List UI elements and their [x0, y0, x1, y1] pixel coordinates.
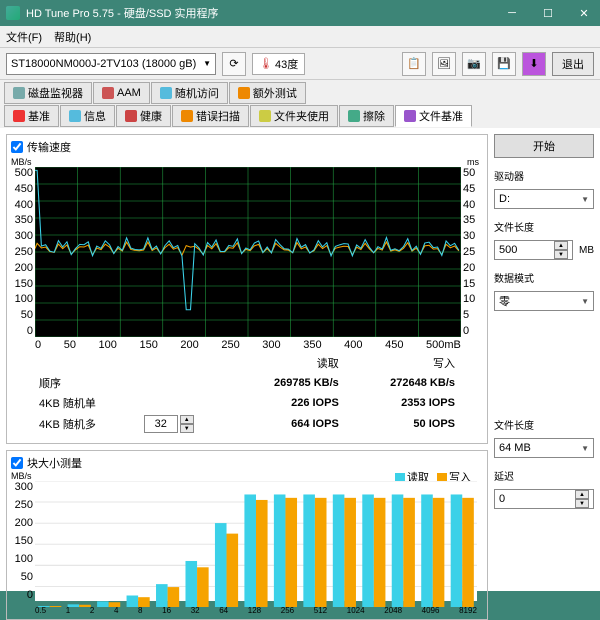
chart2-yaxis: 300250200150100500: [13, 481, 33, 601]
drive-select[interactable]: D:▼: [494, 189, 594, 209]
chevron-down-icon: ▼: [581, 297, 589, 306]
close-button[interactable]: ✕: [574, 3, 594, 23]
camera-icon[interactable]: 📷: [462, 52, 486, 76]
title-bar: HD Tune Pro 5.75 - 硬盘/SSD 实用程序 ─ ☐ ✕: [0, 0, 600, 26]
tab-strip: 磁盘监视器AAM随机访问额外测试基准信息健康错误扫描文件夹使用擦除文件基准: [0, 80, 600, 128]
temperature-display: 🌡 43度: [252, 53, 305, 75]
block-file-length-label: 文件长度: [494, 417, 594, 432]
tab-额外测试[interactable]: 额外测试: [229, 82, 306, 104]
options-icon[interactable]: ⬇: [522, 52, 546, 76]
block-size-panel: 块大小测量 读取 写入 MB/s 300250200150100500 0.51…: [6, 450, 488, 620]
transfer-speed-panel: 传输速度 MB/s ms 500450400350300250200150100…: [6, 134, 488, 444]
tab-磁盘监视器[interactable]: 磁盘监视器: [4, 82, 92, 104]
chart1-yaxis-left: 500450400350300250200150100500: [13, 167, 33, 337]
file-length-unit: MB: [579, 245, 594, 256]
data-mode-select[interactable]: 零▼: [494, 291, 594, 311]
file-length-input[interactable]: ▲▼: [494, 240, 573, 260]
transfer-speed-label: 传输速度: [27, 139, 71, 155]
chart1-yaxis-right: 50454035302520151050: [463, 167, 479, 337]
results-table: 读取写入顺序269785 KB/s272648 KB/s4KB 随机单226 I…: [31, 353, 463, 435]
spinner-down[interactable]: ▼: [575, 499, 589, 508]
chevron-down-icon: ▼: [581, 444, 589, 453]
chart1-yunit: MB/s: [11, 157, 32, 167]
chart1-xaxis: 050100150200250300350400450500mB: [35, 339, 461, 351]
drive-selector[interactable]: ST18000NM000J-2TV103 (18000 gB) ▼: [6, 53, 216, 75]
drive-selector-value: ST18000NM000J-2TV103 (18000 gB): [11, 58, 196, 70]
tab-擦除[interactable]: 擦除: [339, 105, 394, 127]
maximize-button[interactable]: ☐: [538, 3, 558, 23]
spinner-up[interactable]: ▲: [575, 490, 589, 499]
screenshot-icon[interactable]: 🖼: [432, 52, 456, 76]
save-icon[interactable]: 💾: [492, 52, 516, 76]
chevron-down-icon: ▼: [581, 195, 589, 204]
delay-label: 延迟: [494, 468, 594, 483]
delay-input[interactable]: ▲▼: [494, 489, 594, 509]
tab-随机访问[interactable]: 随机访问: [151, 82, 228, 104]
toolbar: ST18000NM000J-2TV103 (18000 gB) ▼ ⟳ 🌡 43…: [0, 48, 600, 80]
tab-健康[interactable]: 健康: [116, 105, 171, 127]
queue-depth-spinner[interactable]: ▲▼: [144, 415, 223, 433]
tab-文件基准[interactable]: 文件基准: [395, 105, 472, 127]
tab-信息[interactable]: 信息: [60, 105, 115, 127]
transfer-speed-checkbox[interactable]: [11, 141, 23, 153]
tab-文件夹使用[interactable]: 文件夹使用: [250, 105, 338, 127]
window-title: HD Tune Pro 5.75 - 硬盘/SSD 实用程序: [26, 5, 219, 21]
tab-AAM[interactable]: AAM: [93, 82, 150, 104]
menu-file[interactable]: 文件(F): [6, 29, 42, 45]
block-file-length-select[interactable]: 64 MB▼: [494, 438, 594, 458]
thermometer-icon: 🌡: [259, 57, 273, 70]
file-length-label: 文件长度: [494, 219, 594, 234]
menu-bar: 文件(F) 帮助(H): [0, 26, 600, 48]
transfer-speed-chart: [35, 167, 461, 337]
temperature-value: 43度: [275, 56, 298, 72]
chart2-yunit: MB/s: [11, 471, 32, 481]
start-button[interactable]: 开始: [494, 134, 594, 158]
block-size-chart: [35, 481, 477, 601]
block-size-label: 块大小测量: [27, 455, 82, 471]
menu-help[interactable]: 帮助(H): [54, 29, 91, 45]
copy-icon[interactable]: 📋: [402, 52, 426, 76]
tab-基准[interactable]: 基准: [4, 105, 59, 127]
spinner-up[interactable]: ▲: [554, 241, 568, 250]
chevron-down-icon: ▼: [203, 59, 211, 68]
block-size-checkbox[interactable]: [11, 457, 23, 469]
chart2-xaxis: 0.512481632641282565121024204840968192: [35, 606, 477, 615]
app-icon: [6, 6, 20, 20]
data-mode-label: 数据模式: [494, 270, 594, 285]
chart1-yunit2: ms: [467, 157, 479, 167]
exit-button[interactable]: 退出: [552, 52, 594, 76]
minimize-button[interactable]: ─: [502, 3, 522, 23]
tab-错误扫描[interactable]: 错误扫描: [172, 105, 249, 127]
spinner-down[interactable]: ▼: [554, 250, 568, 259]
refresh-icon[interactable]: ⟳: [222, 52, 246, 76]
drive-label: 驱动器: [494, 168, 594, 183]
